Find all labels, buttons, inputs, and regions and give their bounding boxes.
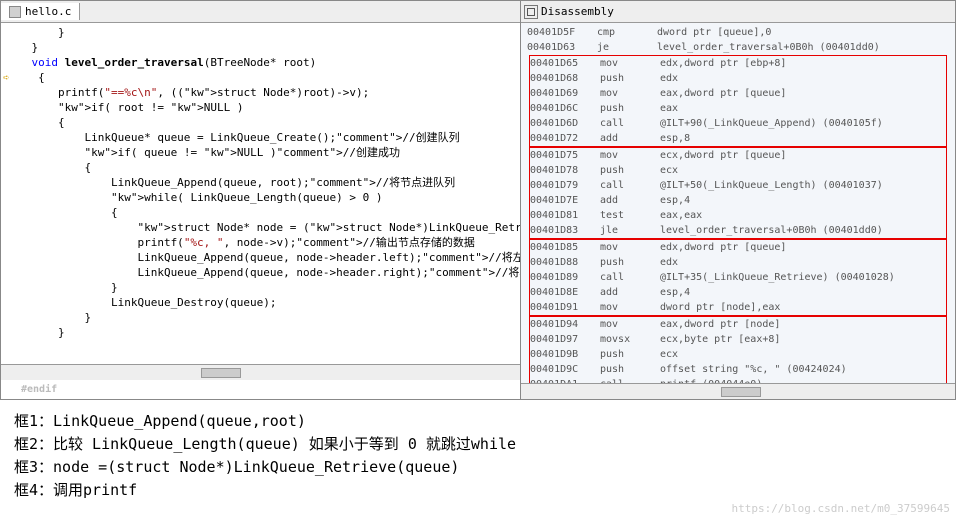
file-icon	[9, 6, 21, 18]
dis-row: 00401DA1callprintf (004044e0)	[530, 377, 946, 383]
dis-row: 00401D75movecx,dword ptr [queue]	[530, 148, 946, 163]
code-line: }	[5, 310, 516, 325]
code-line: {	[5, 160, 516, 175]
bottom-preview-line: #endif	[1, 380, 520, 399]
dis-row: 00401D81testeax,eax	[530, 208, 946, 223]
code-line: "kw">while( LinkQueue_Length(queue) > 0 …	[5, 190, 516, 205]
annotation-list: 框1：LinkQueue_Append(queue,root)框2：比较 Lin…	[0, 400, 956, 510]
code-line: LinkQueue* queue = LinkQueue_Create();"c…	[5, 130, 516, 145]
dis-row: 00401D85movedx,dword ptr [queue]	[530, 240, 946, 255]
code-line: }	[5, 40, 516, 55]
scrollbar-horizontal-right[interactable]	[521, 383, 955, 399]
dis-row: 00401D6Cpusheax	[530, 101, 946, 116]
dis-row: 00401D89call@ILT+35(_LinkQueue_Retrieve)…	[530, 270, 946, 285]
dis-row: 00401D7Eaddesp,4	[530, 193, 946, 208]
code-line: }	[5, 280, 516, 295]
disassembly-listing[interactable]: 00401D5Fcmpdword ptr [queue],000401D63je…	[521, 23, 955, 383]
code-line: }	[5, 325, 516, 340]
scrollbar-thumb-right[interactable]	[721, 387, 761, 397]
dis-row: 00401D6Dcall@ILT+90(_LinkQueue_Append) (…	[530, 116, 946, 131]
dis-row: 00401D9Bpushecx	[530, 347, 946, 362]
code-line: printf("==%c\n", (("kw">struct Node*)roo…	[5, 85, 516, 100]
dis-row: 00401D78pushecx	[530, 163, 946, 178]
dis-box: 00401D65movedx,dword ptr [ebp+8]00401D68…	[529, 55, 947, 147]
code-line: void level_order_traversal(BTreeNode* ro…	[5, 55, 516, 70]
scrollbar-horizontal[interactable]	[1, 364, 520, 380]
dis-box: 00401D75movecx,dword ptr [queue]00401D78…	[529, 147, 947, 239]
watermark: https://blog.csdn.net/m0_37599645	[731, 502, 950, 515]
code-line: }	[5, 25, 516, 40]
disassembly-titlebar: Disassembly	[521, 1, 955, 23]
dis-row: 00401D9Cpushoffset string "%c, " (004240…	[530, 362, 946, 377]
code-line: LinkQueue_Append(queue, node->header.lef…	[5, 250, 516, 265]
disassembly-icon	[524, 5, 538, 19]
dis-row: 00401D97movsxecx,byte ptr [eax+8]	[530, 332, 946, 347]
annotation-line: 框3：node =(struct Node*)LinkQueue_Retriev…	[14, 456, 942, 477]
dis-box: 00401D85movedx,dword ptr [queue]00401D88…	[529, 239, 947, 316]
code-line: ➪ {	[5, 70, 516, 85]
ide-panes: hello.c } } void level_order_traversal(B…	[0, 0, 956, 400]
scrollbar-thumb[interactable]	[201, 368, 241, 378]
dis-row: 00401D8Eaddesp,4	[530, 285, 946, 300]
dis-row: 00401D72addesp,8	[530, 131, 946, 146]
dis-box: 00401D94moveax,dword ptr [node]00401D97m…	[529, 316, 947, 383]
code-editor[interactable]: } } void level_order_traversal(BTreeNode…	[1, 23, 520, 364]
dis-row: 00401D91movdword ptr [node],eax	[530, 300, 946, 315]
dis-row: 00401D68pushedx	[530, 71, 946, 86]
code-line: "kw">if( queue != "kw">NULL )"comment">/…	[5, 145, 516, 160]
annotation-line: 框4：调用printf	[14, 479, 942, 500]
dis-row: 00401D63jelevel_order_traversal+0B0h (00…	[527, 40, 949, 55]
code-line: LinkQueue_Append(queue, node->header.rig…	[5, 265, 516, 280]
dis-row: 00401D5Fcmpdword ptr [queue],0	[527, 25, 949, 40]
annotation-line: 框1：LinkQueue_Append(queue,root)	[14, 410, 942, 431]
source-pane: hello.c } } void level_order_traversal(B…	[1, 1, 521, 399]
dis-row: 00401D83jlelevel_order_traversal+0B0h (0…	[530, 223, 946, 238]
code-line: "kw">if( root != "kw">NULL )	[5, 100, 516, 115]
disassembly-pane: Disassembly 00401D5Fcmpdword ptr [queue]…	[521, 1, 955, 399]
disassembly-title: Disassembly	[541, 5, 614, 18]
source-tab-bar: hello.c	[1, 1, 520, 23]
dis-group: 00401D5Fcmpdword ptr [queue],000401D63je…	[527, 25, 949, 55]
code-line: LinkQueue_Append(queue, root);"comment">…	[5, 175, 516, 190]
dis-row: 00401D94moveax,dword ptr [node]	[530, 317, 946, 332]
dis-row: 00401D65movedx,dword ptr [ebp+8]	[530, 56, 946, 71]
annotation-line: 框2：比较 LinkQueue_Length(queue) 如果小于等到 0 就…	[14, 433, 942, 454]
source-tab-hello[interactable]: hello.c	[1, 3, 80, 20]
code-line: printf("%c, ", node->v);"comment">//输出节点…	[5, 235, 516, 250]
dis-row: 00401D69moveax,dword ptr [queue]	[530, 86, 946, 101]
code-line: "kw">struct Node* node = ("kw">struct No…	[5, 220, 516, 235]
code-line: {	[5, 115, 516, 130]
code-line: LinkQueue_Destroy(queue);	[5, 295, 516, 310]
dis-row: 00401D79call@ILT+50(_LinkQueue_Length) (…	[530, 178, 946, 193]
code-line: {	[5, 205, 516, 220]
source-tab-label: hello.c	[25, 5, 71, 18]
dis-row: 00401D88pushedx	[530, 255, 946, 270]
arrow-icon: ➪	[3, 70, 10, 85]
